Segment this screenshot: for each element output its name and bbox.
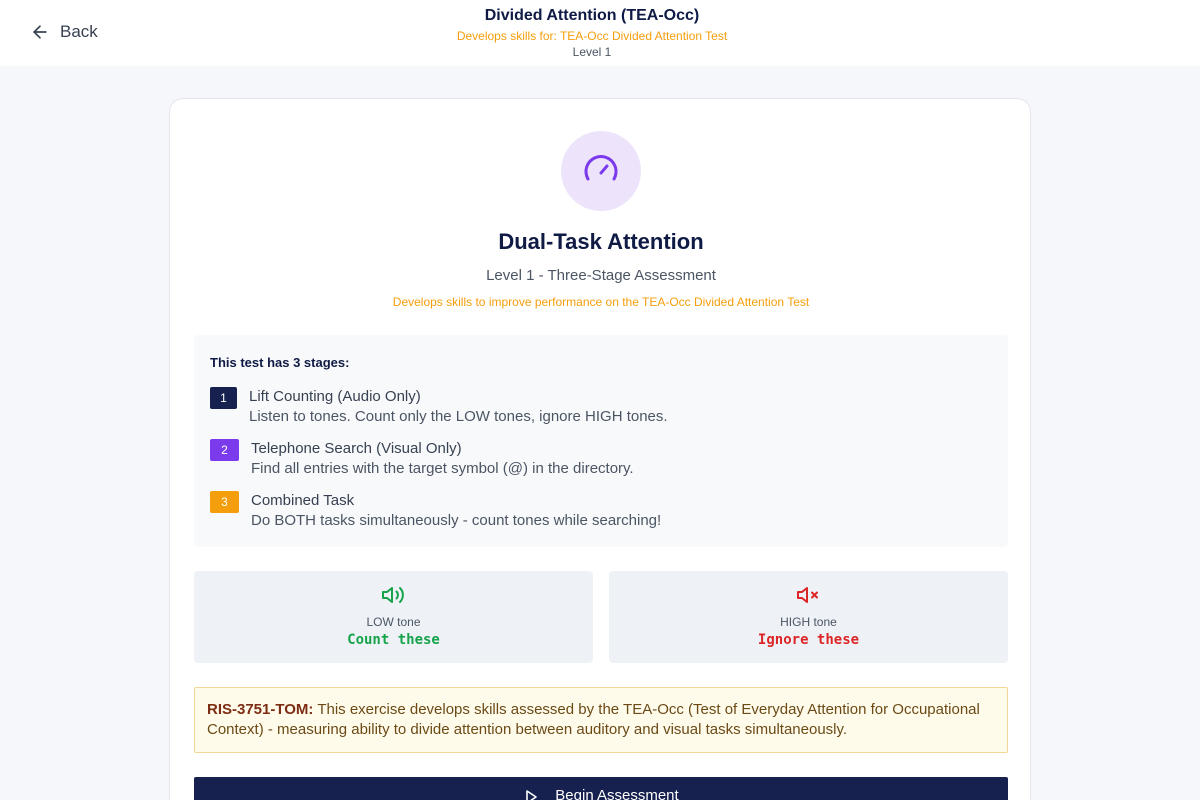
page-title: Divided Attention (TEA-Occ) bbox=[484, 7, 700, 24]
begin-assessment-button[interactable]: Begin Assessment bbox=[194, 777, 1008, 800]
gauge-icon bbox=[584, 155, 618, 181]
stage-title: Lift Counting (Audio Only) bbox=[249, 388, 421, 405]
stage-title: Combined Task bbox=[251, 492, 355, 509]
high-tone-label: HIGH tone bbox=[780, 615, 837, 629]
play-icon bbox=[526, 790, 538, 800]
stage-item: 2 Telephone Search (Visual Only) Find al… bbox=[210, 439, 634, 479]
card-tagline: Develops skills to improve performance o… bbox=[392, 295, 810, 309]
stage-number: 1 bbox=[210, 387, 237, 409]
stage-number: 3 bbox=[210, 491, 239, 513]
header-info: Divided Attention (TEA-Occ) Develops ski… bbox=[0, 6, 1184, 60]
stage-title: Telephone Search (Visual Only) bbox=[251, 440, 462, 457]
stages-panel: This test has 3 stages: 1 Lift Counting … bbox=[194, 335, 1008, 547]
low-tone-label: LOW tone bbox=[366, 615, 421, 629]
gauge-badge bbox=[561, 131, 641, 211]
stage-description: Find all entries with the target symbol … bbox=[251, 460, 634, 477]
high-tone-action: Ignore these bbox=[757, 632, 860, 648]
low-tone-panel: LOW tone Count these bbox=[194, 571, 593, 663]
speaker-on-icon bbox=[382, 587, 404, 603]
high-tone-panel: HIGH tone Ignore these bbox=[609, 571, 1008, 663]
stage-number: 2 bbox=[210, 439, 239, 461]
info-note: RIS-3751-TOM: This exercise develops ski… bbox=[194, 687, 1008, 753]
page-subtitle: Develops skills for: TEA-Occ Divided Att… bbox=[456, 29, 728, 43]
stage-item: 1 Lift Counting (Audio Only) Listen to t… bbox=[210, 387, 668, 427]
card-title: Dual-Task Attention bbox=[498, 229, 704, 254]
note-code: RIS-3751-TOM: bbox=[207, 701, 314, 718]
level-label: Level 1 bbox=[572, 45, 612, 59]
note-text: This exercise develops skills assessed b… bbox=[207, 701, 980, 738]
assessment-card: Dual-Task Attention Level 1 - Three-Stag… bbox=[169, 98, 1031, 800]
stage-description: Do BOTH tasks simultaneously - count ton… bbox=[251, 512, 662, 529]
stages-heading: This test has 3 stages: bbox=[210, 355, 350, 370]
speaker-muted-icon bbox=[797, 587, 818, 603]
begin-label: Begin Assessment bbox=[555, 787, 679, 800]
top-bar: Back Divided Attention (TEA-Occ) Develop… bbox=[0, 0, 1200, 66]
low-tone-action: Count these bbox=[347, 632, 440, 648]
stage-description: Listen to tones. Count only the LOW tone… bbox=[249, 408, 668, 425]
card-subtitle: Level 1 - Three-Stage Assessment bbox=[486, 267, 716, 284]
stage-item: 3 Combined Task Do BOTH tasks simultaneo… bbox=[210, 491, 661, 531]
